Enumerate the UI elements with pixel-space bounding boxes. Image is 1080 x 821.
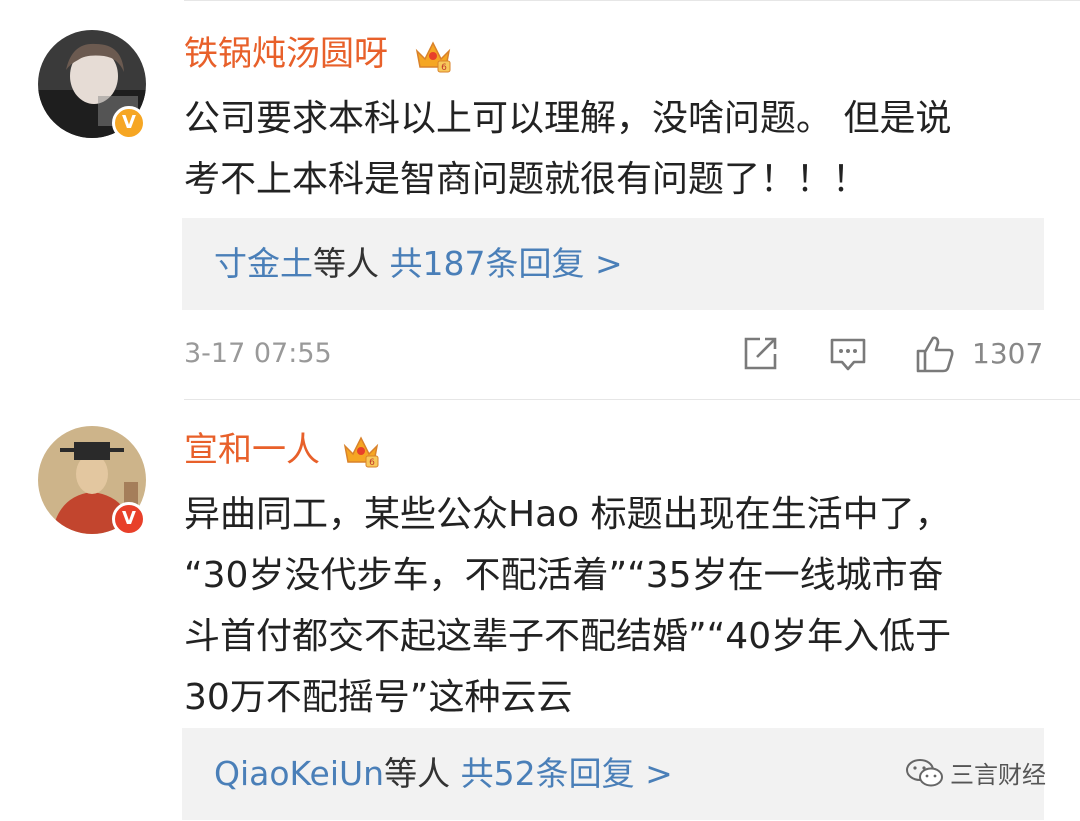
- svg-text:6: 6: [369, 458, 375, 468]
- reply-users-link[interactable]: QiaoKeiUn: [214, 754, 384, 793]
- comment-text-line: “30岁没代步车，不配活着”“35岁在一线城市奋: [184, 555, 944, 596]
- comment-meta-row: 3-17 07:55 1307: [184, 334, 1044, 374]
- svg-text:6: 6: [441, 63, 447, 73]
- comment-icon[interactable]: [828, 334, 868, 374]
- watermark-text: 三言财经: [950, 761, 1046, 789]
- verified-badge-icon: V: [112, 106, 146, 140]
- comment-1: V 铁锅炖汤圆呀 6 公司要求本科以上可以理解，没啥问题。 但是说 考不上本科是…: [0, 0, 1080, 400]
- comment-text-line: 30万不配摇号”这种云云: [184, 677, 573, 718]
- reply-mid-text: 等人: [384, 754, 461, 793]
- reply-users-link[interactable]: 寸金土: [214, 244, 313, 283]
- comment-text-line: 斗首付都交不起这辈子不配结婚”“40岁年入低于: [184, 616, 952, 657]
- like-count: 1307: [972, 337, 1044, 370]
- username[interactable]: 宣和一人: [184, 430, 320, 470]
- comment-text: 公司要求本科以上可以理解，没啥问题。 但是说 考不上本科是智商问题就很有问题了！…: [184, 88, 1044, 210]
- comment-text: 异曲同工，某些公众Hao 标题出现在生活中了， “30岁没代步车，不配活着”“3…: [184, 484, 1044, 728]
- verified-badge-icon: V: [112, 502, 146, 536]
- reply-mid-text: 等人: [313, 244, 390, 283]
- comment-text-line: 公司要求本科以上可以理解，没啥问题。 但是说: [184, 98, 952, 139]
- comment-text-line: 异曲同工，某些公众Hao 标题出现在生活中了，: [184, 494, 951, 535]
- reply-count-link[interactable]: 共187条回复 >: [390, 244, 623, 283]
- wechat-logo-icon: [905, 758, 943, 786]
- watermark: 三言财经: [905, 755, 1046, 791]
- like-icon[interactable]: [914, 334, 956, 374]
- share-icon[interactable]: [740, 334, 780, 374]
- username[interactable]: 铁锅炖汤圆呀: [184, 34, 388, 74]
- timestamp: 3-17 07:55: [184, 338, 332, 369]
- reply-summary-box[interactable]: 寸金土等人 共187条回复 >: [182, 218, 1044, 310]
- crown-icon: 6: [343, 436, 379, 468]
- crown-icon: 6: [415, 41, 451, 73]
- reply-count-link[interactable]: 共52条回复 >: [461, 754, 673, 793]
- comment-text-line: 考不上本科是智商问题就很有问题了！！！: [184, 159, 869, 200]
